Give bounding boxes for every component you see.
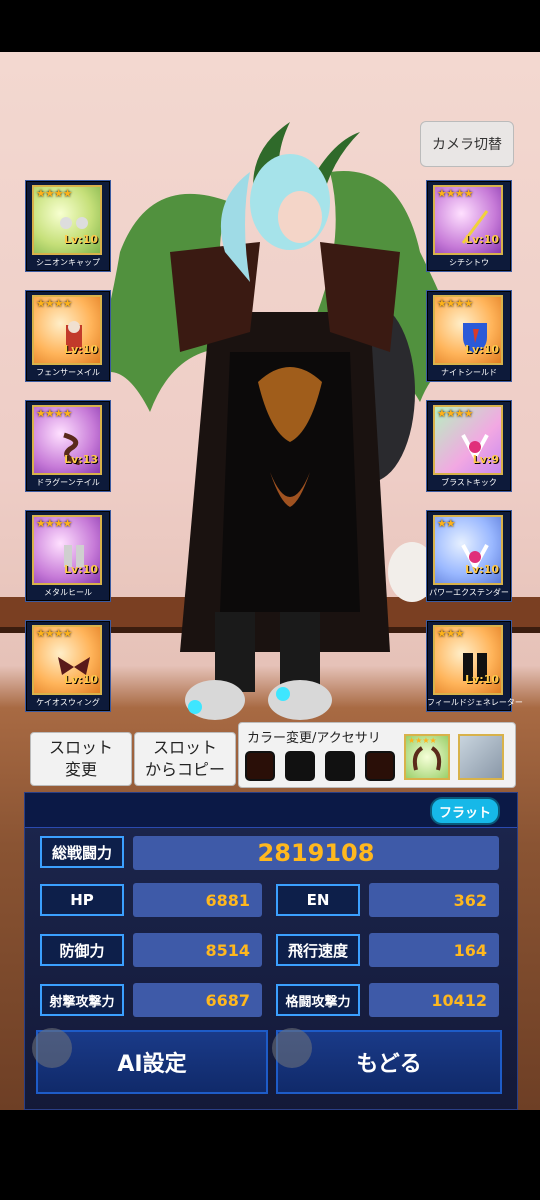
item-name: パワーエクステンダー [429,588,509,597]
hp-label: HP [40,884,124,916]
status-bar [0,0,540,52]
rarity-stars: ★★★★ [437,407,473,420]
ai-settings-button[interactable]: AI設定 [32,1028,268,1094]
total-power-value: 2819108 [133,836,499,870]
rarity-stars: ★★★★ [36,297,72,310]
slot-change-line2: 変更 [64,760,97,779]
item-name: ドラグーンテイル [36,478,100,487]
item-level: Lv:10 [64,673,98,686]
item-name: ナイトシールド [441,368,497,377]
item-name: シチシトウ [449,258,489,267]
equip-slot-shield[interactable]: ★★★★ Lv:10 ナイトシールド [426,290,512,382]
item-level: Lv:10 [64,343,98,356]
slot-copy-line2: からコピー [144,760,225,779]
equip-slot-kick[interactable]: ★★★★ Lv:9 ブラストキック [426,400,512,492]
item-level: Lv:10 [465,563,499,576]
equip-slot-weapon[interactable]: ★★★★ Lv:10 シチシトウ [426,180,512,272]
equip-slot-tail[interactable]: ★★★★ Lv:13 ドラグーンテイル [25,400,111,492]
item-level: Lv:10 [64,233,98,246]
slot-change-line1: スロット [48,738,113,757]
melee-attack-value: 10412 [369,983,499,1017]
color-swatch[interactable] [365,751,395,781]
equip-slot-legs[interactable]: ★★★★ Lv:10 メタルヒール [25,510,111,602]
navigation-bar [0,1110,540,1200]
en-value: 362 [369,883,499,917]
item-name: ケイオスウィング [36,698,100,707]
slot-copy-line1: スロット [152,738,217,757]
item-level: Lv:9 [472,453,499,466]
rarity-stars: ★★★★ [36,187,72,200]
equip-slot-head[interactable]: ★★★★ Lv:10 シニオンキャップ [25,180,111,272]
item-name: フェンサーメイル [36,368,100,377]
item-level: Lv:13 [64,453,98,466]
item-name: フィールドジェネレーター [427,698,523,707]
slot-copy-button[interactable]: スロット からコピー [134,732,236,786]
shooting-attack-label: 射撃攻撃力 [40,984,124,1016]
item-level: Lv:10 [64,563,98,576]
defense-label: 防御力 [40,934,124,966]
ai-settings-label: AI設定 [117,1052,187,1077]
equip-slot-body[interactable]: ★★★★ Lv:10 フェンサーメイル [25,290,111,382]
rarity-stars: ★★★★ [36,407,72,420]
item-level: Lv:10 [465,673,499,686]
gear-icon [272,1028,312,1068]
flight-speed-value: 164 [369,933,499,967]
equip-slot-generator[interactable]: ★★★ Lv:10 フィールドジェネレーター [426,620,523,712]
camera-switch-button[interactable]: カメラ切替 [420,121,514,167]
item-name: ブラストキック [441,478,497,487]
total-power-label: 総戦闘力 [40,836,124,868]
flight-speed-label: 飛行速度 [276,934,360,966]
slot-change-button[interactable]: スロット 変更 [30,732,132,786]
accessory-icon [412,746,442,771]
item-name: メタルヒール [44,588,92,597]
hp-value: 6881 [133,883,262,917]
back-label: もどる [356,1052,422,1077]
en-label: EN [276,884,360,916]
color-panel-title: カラー変更/アクセサリ [247,731,381,746]
melee-attack-label: 格闘攻撃力 [276,984,360,1016]
color-swatch[interactable] [285,751,315,781]
item-level: Lv:10 [465,233,499,246]
rarity-stars: ★★★★ [437,187,473,200]
flat-badge[interactable]: フラット [430,797,500,825]
rarity-stars: ★★ [437,517,456,530]
shooting-attack-value: 6687 [133,983,262,1017]
color-swatch[interactable] [325,751,355,781]
accessory-slot-2[interactable] [458,734,504,780]
accessory-slot-1[interactable]: ★★★★ [404,734,450,780]
rarity-stars: ★★★★ [36,517,72,530]
rarity-stars: ★★★ [437,627,465,640]
item-name: シニオンキャップ [36,258,100,267]
color-swatch[interactable] [245,751,275,781]
back-button[interactable]: もどる [272,1028,502,1094]
equip-slot-extender[interactable]: ★★ Lv:10 パワーエクステンダー [426,510,512,602]
item-level: Lv:10 [465,343,499,356]
defense-value: 8514 [133,933,262,967]
equip-slot-back[interactable]: ★★★★ Lv:10 ケイオスウィング [25,620,111,712]
rarity-stars: ★★★★ [36,627,72,640]
rarity-stars: ★★★★ [437,297,473,310]
gear-icon [32,1028,72,1068]
